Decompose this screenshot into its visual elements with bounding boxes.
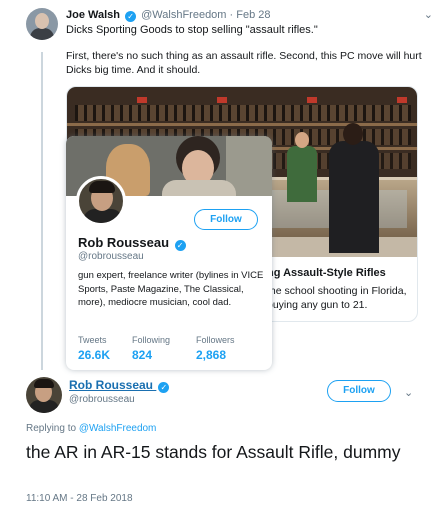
- rob-rousseau-hover-avatar[interactable]: [76, 176, 126, 226]
- reply-author-handle[interactable]: @robrousseau: [69, 394, 135, 405]
- chevron-down-icon[interactable]: ⌄: [424, 8, 433, 21]
- rob-rousseau-avatar[interactable]: [26, 377, 62, 413]
- parent-tweet-header: Joe Walsh ✓ @WalshFreedom · Feb 28: [66, 9, 271, 22]
- verified-badge-icon: ✓: [125, 11, 137, 22]
- parent-tweet-text-line2: First, there's no such thing as an assau…: [66, 50, 422, 76]
- profile-hover-card[interactable]: Follow Rob Rousseau ✓ @robrousseau gun e…: [66, 136, 272, 370]
- link-card-description: the school shooting in Florida, buying a…: [267, 285, 407, 311]
- header-separator: ·: [229, 9, 234, 21]
- joe-walsh-avatar[interactable]: [26, 8, 58, 40]
- verified-badge-icon: ✓: [174, 240, 186, 251]
- hover-profile-handle[interactable]: @robrousseau: [78, 251, 144, 262]
- hover-follow-button[interactable]: Follow: [194, 209, 258, 230]
- hover-profile-name-row: Rob Rousseau ✓: [78, 235, 188, 251]
- reply-author-name[interactable]: Rob Rousseau: [69, 378, 153, 392]
- stat-following[interactable]: Following 824: [132, 335, 170, 362]
- stat-value: 2,868: [196, 348, 227, 362]
- reply-timestamp[interactable]: 11:10 AM - 28 Feb 2018: [26, 493, 133, 504]
- hover-profile-bio: gun expert, freelance writer (bylines in…: [78, 270, 264, 308]
- verified-badge-icon: ✓: [158, 382, 170, 393]
- chevron-down-icon[interactable]: ⌄: [404, 386, 413, 399]
- stat-label: Followers: [196, 335, 235, 345]
- link-card-title: ng Assault-Style Rifles: [267, 267, 386, 279]
- replying-prefix: Replying to: [26, 423, 77, 434]
- reply-author-name-row: Rob Rousseau ✓: [69, 378, 171, 393]
- replying-to-line: Replying to @WalshFreedom: [26, 423, 156, 434]
- reply-follow-button[interactable]: Follow: [327, 380, 391, 402]
- reply-tweet-text: the AR in AR-15 stands for Assault Rifle…: [26, 442, 401, 462]
- hover-profile-name[interactable]: Rob Rousseau: [78, 235, 169, 250]
- parent-tweet-date[interactable]: Feb 28: [236, 9, 270, 21]
- stat-value: 26.6K: [78, 348, 111, 362]
- replying-to-link[interactable]: @WalshFreedom: [79, 423, 157, 434]
- stat-label: Tweets: [78, 335, 107, 345]
- stat-followers[interactable]: Followers 2,868: [196, 335, 235, 362]
- stat-tweets[interactable]: Tweets 26.6K: [78, 335, 110, 362]
- stat-label: Following: [132, 335, 171, 345]
- parent-author-handle[interactable]: @WalshFreedom: [141, 9, 226, 21]
- parent-tweet-text-line1: Dicks Sporting Goods to stop selling "as…: [66, 24, 318, 36]
- stat-value: 824: [132, 348, 153, 362]
- parent-author-name[interactable]: Joe Walsh: [66, 9, 120, 21]
